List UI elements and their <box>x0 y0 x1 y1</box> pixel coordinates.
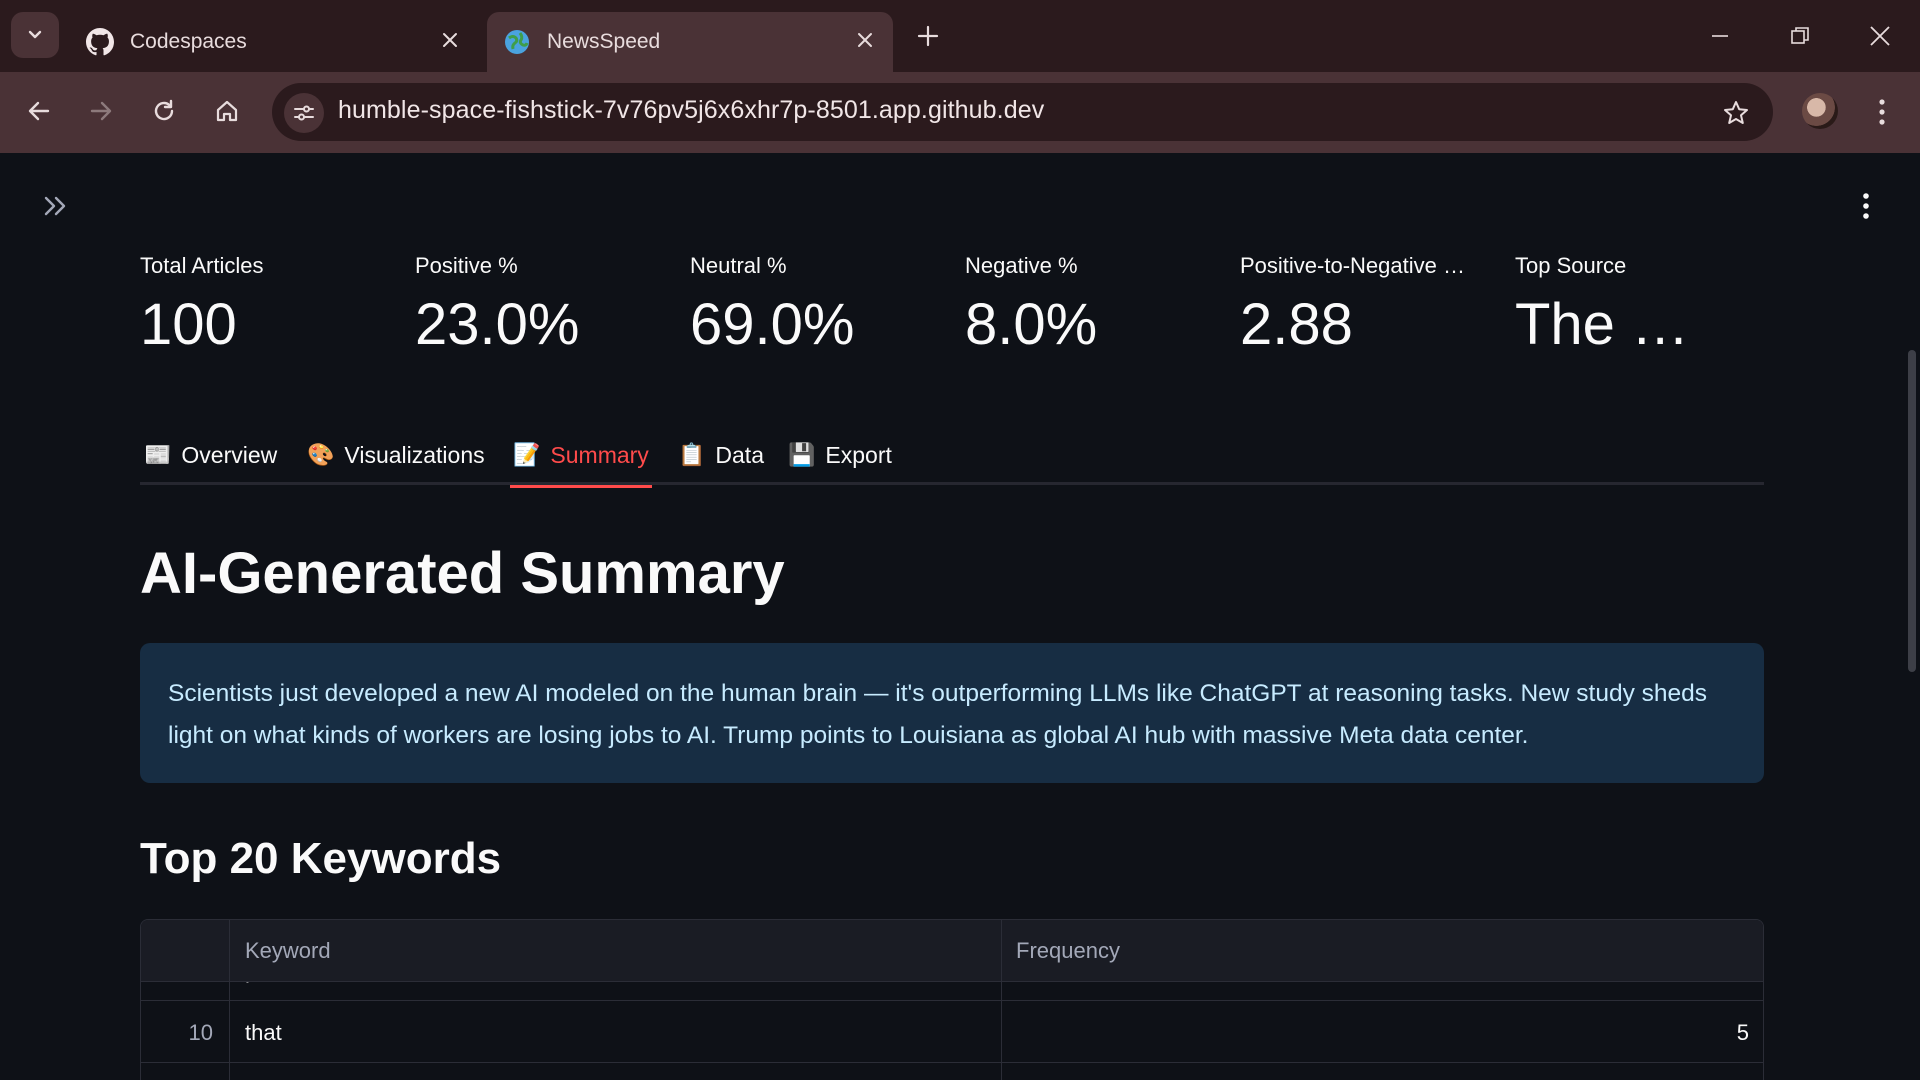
summary-info-box: Scientists just developed a new AI model… <box>140 643 1764 783</box>
metric-label: Neutral % <box>690 253 787 278</box>
close-window-button[interactable] <box>1858 14 1902 58</box>
site-info-button[interactable] <box>284 93 324 133</box>
tab-title: NewsSpeed <box>547 30 661 53</box>
app-main-menu-button[interactable] <box>1852 190 1880 222</box>
section-tabs: 📰 Overview 🎨 Visualizations 📝 Summary 📋 … <box>140 425 1764 488</box>
metric-total-articles: Total Articles 100 <box>140 253 400 357</box>
metric-pos-neg-ratio: Positive-to-Negative Ratio 2.88 <box>1240 253 1480 357</box>
keywords-heading: Top 20 Keywords <box>140 834 502 883</box>
plus-icon <box>917 25 939 47</box>
metric-label: Positive % <box>415 253 518 278</box>
browser-menu-button[interactable] <box>1866 92 1898 132</box>
star-icon <box>1724 101 1748 124</box>
bookmark-button[interactable] <box>1716 93 1756 133</box>
browser-tab-newsspeed[interactable]: NewsSpeed <box>487 12 893 72</box>
summary-text: Scientists just developed a new AI model… <box>168 680 1708 749</box>
metric-positive: Positive % 23.0% <box>415 253 675 357</box>
restore-button[interactable] <box>1778 14 1822 58</box>
tab-overview[interactable]: 📰 Overview <box>144 425 277 485</box>
column-divider <box>229 920 230 1080</box>
newspaper-icon: 📰 <box>144 442 172 467</box>
tab-visualizations[interactable]: 🎨 Visualizations <box>307 425 485 485</box>
metric-label: Total Articles <box>140 253 264 278</box>
sidebar-expand-button[interactable] <box>40 192 72 220</box>
column-header-frequency[interactable]: Frequency <box>1002 920 1120 982</box>
summary-heading: AI-Generated Summary <box>140 541 785 606</box>
tab-title: Codespaces <box>130 30 247 53</box>
clipboard-icon: 📋 <box>678 442 706 467</box>
tab-search-button[interactable] <box>11 12 59 58</box>
browser-tab-codespaces[interactable]: Codespaces <box>70 12 478 72</box>
minimize-icon <box>1712 35 1728 37</box>
table-header: Keyword Frequency <box>141 920 1763 982</box>
metric-value: 8.0% <box>965 293 1098 357</box>
tab-label: Export <box>825 441 892 468</box>
metric-value: 2.88 <box>1240 293 1353 357</box>
tab-summary[interactable]: 📝 Summary <box>510 425 652 488</box>
more-vertical-icon <box>1879 99 1885 125</box>
arrow-right-icon <box>90 101 112 121</box>
chevron-down-icon <box>28 30 42 39</box>
table-row[interactable]: 10 that 5 <box>141 1002 1763 1063</box>
tab-data[interactable]: 📋 Data <box>678 425 764 485</box>
memo-icon: 📝 <box>513 442 541 467</box>
home-button[interactable] <box>204 88 250 134</box>
column-header-keyword[interactable]: Keyword <box>231 920 331 982</box>
back-button[interactable] <box>16 88 62 134</box>
arrow-left-icon <box>28 101 50 121</box>
tab-label: Data <box>715 441 764 468</box>
close-icon[interactable] <box>436 26 464 54</box>
double-chevron-right-icon <box>44 196 66 216</box>
reload-button[interactable] <box>141 88 187 134</box>
metric-top-source: Top Source The Motley Fool <box>1515 253 1737 357</box>
minimize-button[interactable] <box>1698 14 1742 58</box>
globe-icon <box>503 28 531 56</box>
tune-icon <box>294 105 314 121</box>
metric-value: 23.0% <box>415 293 580 357</box>
column-divider <box>1001 920 1002 1080</box>
metric-label: Positive-to-Negative Ratio <box>1240 253 1480 278</box>
tab-label: Overview <box>181 441 278 468</box>
tab-export[interactable]: 💾 Export <box>788 425 892 485</box>
metric-negative: Negative % 8.0% <box>965 253 1225 357</box>
metric-value: 100 <box>140 293 237 357</box>
page-scrollbar-thumb[interactable] <box>1908 350 1916 672</box>
metric-value: 69.0% <box>690 293 855 357</box>
github-icon <box>86 28 114 56</box>
more-vertical-icon <box>1863 193 1869 219</box>
tab-label: Summary <box>550 441 649 468</box>
metric-value: The Motley Fool <box>1515 293 1737 357</box>
floppy-disk-icon: 💾 <box>788 442 816 467</box>
reload-icon <box>154 99 174 121</box>
url-text[interactable]: humble-space-fishstick-7v76pv5j6x6xhr7p-… <box>338 96 1044 125</box>
tab-label: Visualizations <box>344 441 485 468</box>
keywords-table[interactable]: 9 prediction 6 10 that 5 Keyword Frequen… <box>140 919 1764 1080</box>
frequency-cell: 5 <box>1736 1019 1749 1045</box>
close-icon <box>1870 26 1890 46</box>
forward-button[interactable] <box>78 88 124 134</box>
home-icon <box>216 100 238 122</box>
close-icon[interactable] <box>851 26 879 54</box>
palette-icon: 🎨 <box>307 442 335 467</box>
profile-avatar[interactable] <box>1802 93 1838 129</box>
metric-neutral: Neutral % 69.0% <box>690 253 950 357</box>
row-index: 10 <box>188 1019 213 1045</box>
metric-label: Top Source <box>1515 253 1627 278</box>
restore-icon <box>1791 27 1809 44</box>
metric-label: Negative % <box>965 253 1078 278</box>
new-tab-button[interactable] <box>912 20 944 52</box>
keyword-cell: that <box>245 1019 282 1045</box>
